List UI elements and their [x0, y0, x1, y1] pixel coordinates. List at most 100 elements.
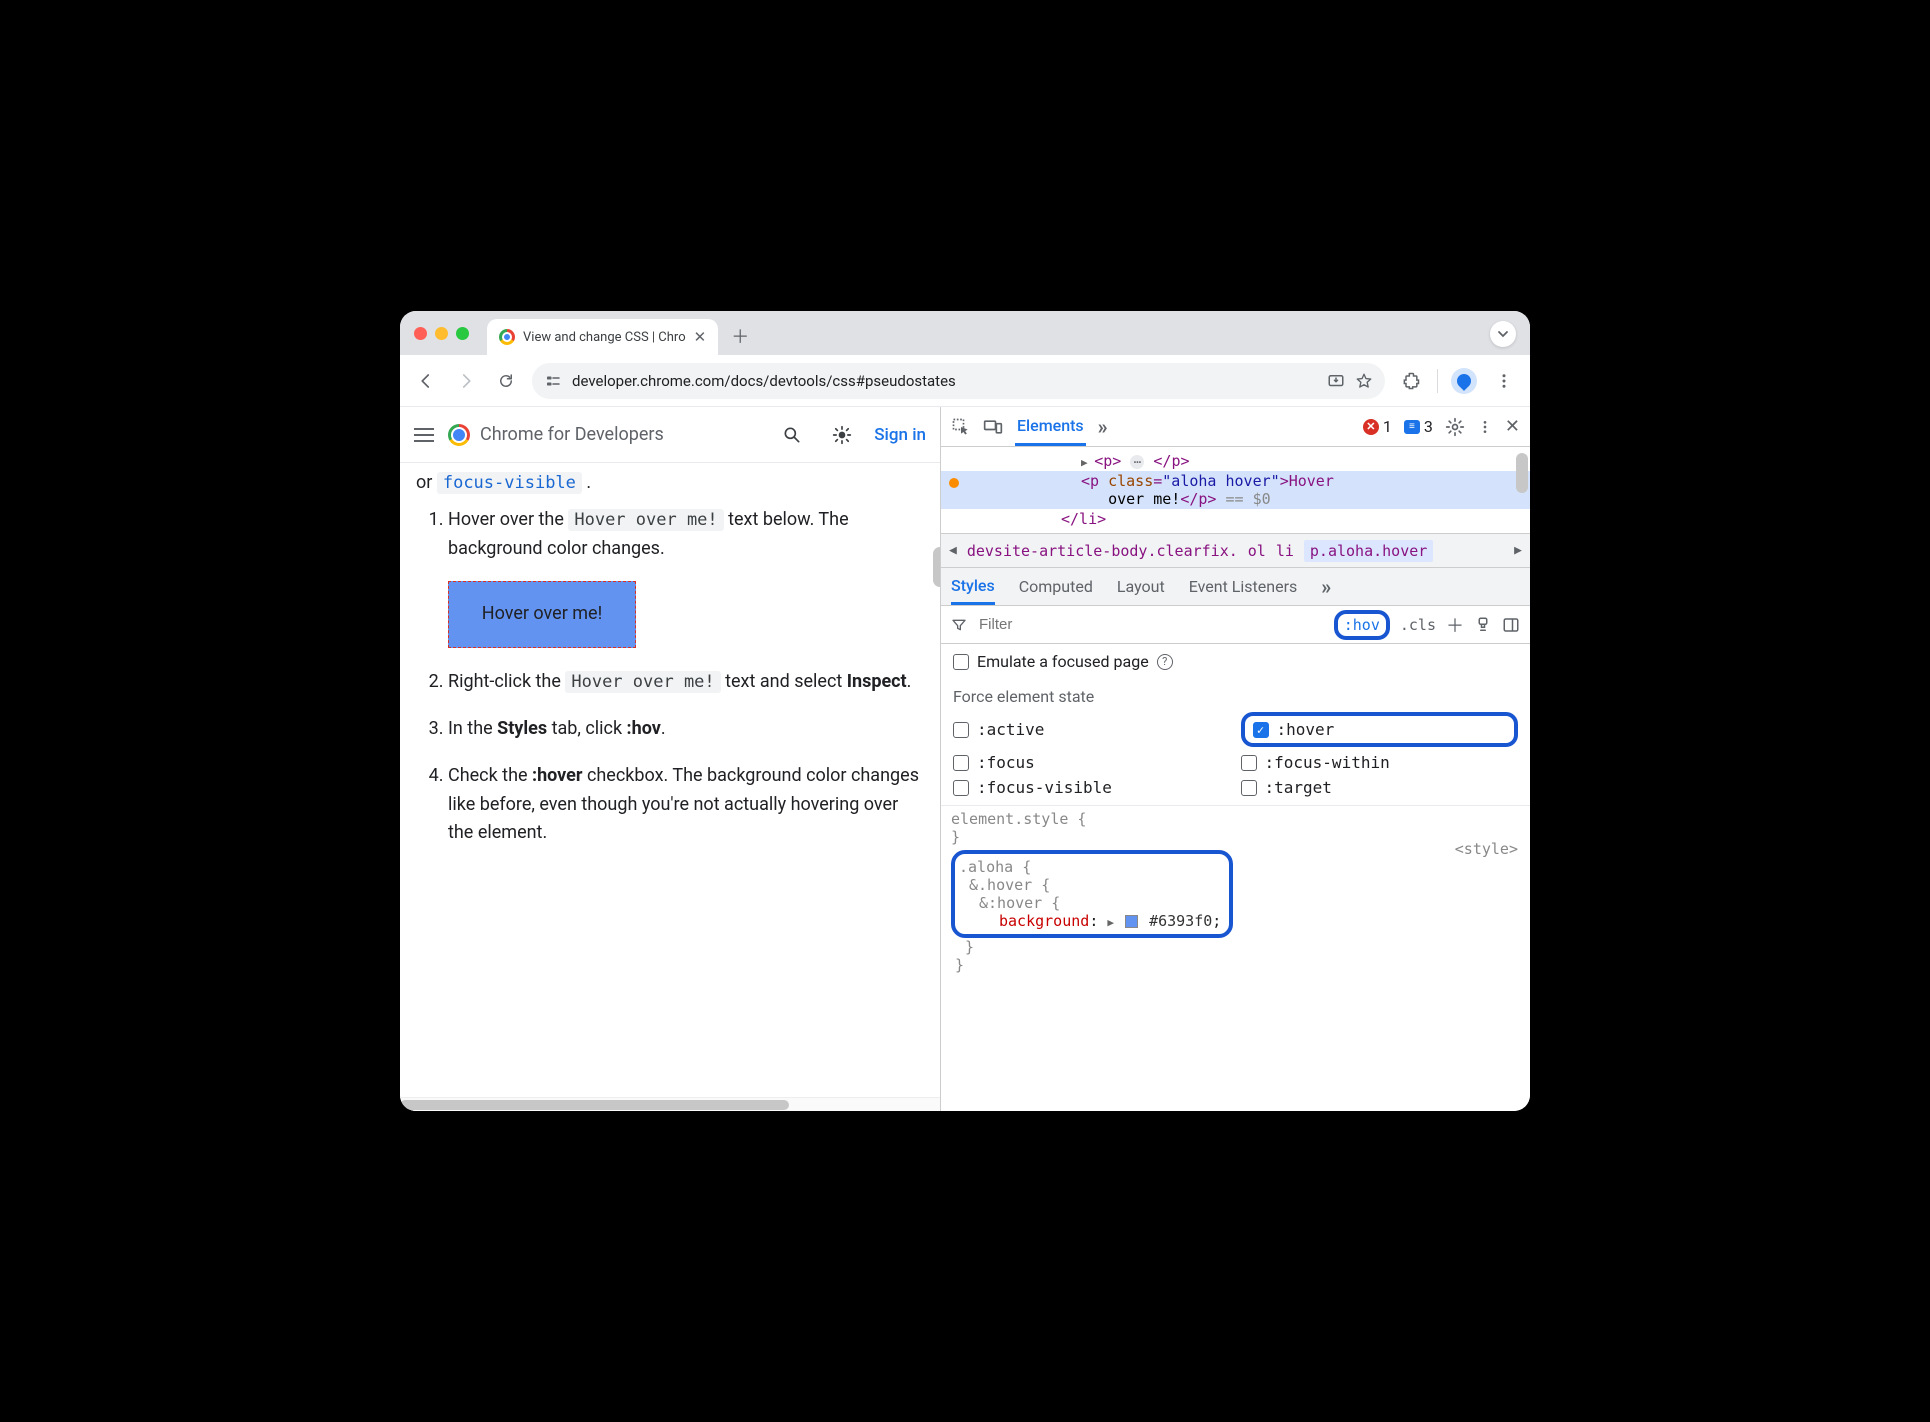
emulate-focused-checkbox[interactable]: Emulate a focused page ?	[953, 652, 1518, 671]
chevron-down-icon	[1497, 328, 1509, 340]
title-bar: View and change CSS | Chro ✕ ＋	[400, 311, 1530, 355]
color-swatch-icon[interactable]	[1125, 915, 1138, 928]
chrome-menu-button[interactable]	[1486, 363, 1522, 399]
state-focus-within[interactable]: :focus-within	[1241, 753, 1519, 772]
reload-button[interactable]	[488, 363, 524, 399]
errors-indicator[interactable]: ✕ 1	[1363, 417, 1392, 436]
filter-icon	[951, 617, 967, 633]
profile-avatar-icon	[1451, 368, 1477, 394]
site-settings-icon[interactable]	[544, 372, 562, 390]
hov-button[interactable]: :hov	[1334, 610, 1390, 640]
brand-text: Chrome for Developers	[480, 424, 664, 445]
intro-or: or	[416, 472, 437, 493]
close-tab-icon[interactable]: ✕	[694, 328, 707, 346]
address-bar[interactable]: developer.chrome.com/docs/devtools/css#p…	[532, 363, 1385, 399]
messages-indicator[interactable]: ≡ 3	[1404, 417, 1433, 436]
browser-toolbar: developer.chrome.com/docs/devtools/css#p…	[400, 355, 1530, 407]
hamburger-menu-button[interactable]	[414, 428, 434, 442]
state-active[interactable]: :active	[953, 712, 1231, 747]
vertical-scrollbar[interactable]	[933, 547, 940, 587]
close-window-button[interactable]	[414, 327, 427, 340]
devtools-menu-icon[interactable]	[1477, 419, 1493, 435]
gear-icon	[1445, 417, 1465, 437]
page-header: Chrome for Developers Sign in	[400, 407, 940, 463]
window-controls	[414, 327, 469, 340]
sign-in-link[interactable]: Sign in	[874, 425, 926, 445]
more-subtabs-icon[interactable]: »	[1321, 575, 1331, 599]
expand-icon[interactable]: ▶	[1107, 916, 1114, 929]
kebab-icon	[1495, 372, 1513, 390]
search-button[interactable]	[774, 417, 810, 453]
back-button[interactable]	[408, 363, 444, 399]
sun-icon	[832, 425, 852, 445]
info-icon: ≡	[1404, 420, 1420, 434]
search-icon	[782, 425, 802, 445]
devtools-top-bar: Elements » ✕ 1 ≡ 3 ✕	[941, 407, 1530, 447]
force-element-state-title: Force element state	[953, 687, 1518, 706]
tab-styles[interactable]: Styles	[951, 568, 995, 605]
crumb-left-icon[interactable]: ◀	[949, 543, 957, 558]
state-focus-visible[interactable]: :focus-visible	[953, 778, 1231, 797]
theme-toggle-button[interactable]	[824, 417, 860, 453]
computed-styles-icon[interactable]	[1474, 616, 1492, 634]
crumb[interactable]: li	[1276, 542, 1294, 560]
forward-button[interactable]	[448, 363, 484, 399]
styles-filter-bar: :hov .cls ＋	[941, 606, 1530, 644]
help-icon[interactable]: ?	[1157, 654, 1173, 670]
devtools-vertical-scrollbar[interactable]	[1516, 453, 1528, 493]
state-target[interactable]: :target	[1241, 778, 1519, 797]
state-focus[interactable]: :focus	[953, 753, 1231, 772]
tab-title: View and change CSS | Chro	[523, 330, 686, 345]
crumb-right-icon[interactable]: ▶	[1514, 543, 1522, 558]
tab-event-listeners[interactable]: Event Listeners	[1189, 577, 1298, 596]
crumb-selected[interactable]: p.aloha.hover	[1304, 540, 1433, 562]
crumb[interactable]: ol	[1248, 542, 1266, 560]
maximize-window-button[interactable]	[456, 327, 469, 340]
crumb[interactable]: devsite-article-body.clearfix.	[967, 542, 1238, 560]
browser-tab[interactable]: View and change CSS | Chro ✕	[487, 319, 718, 355]
tab-layout[interactable]: Layout	[1117, 577, 1165, 596]
more-tabs-icon[interactable]: »	[1098, 415, 1108, 439]
minimize-window-button[interactable]	[435, 327, 448, 340]
aloha-rule-highlight: .aloha { &.hover { &:hover { background:…	[951, 850, 1233, 938]
install-app-icon[interactable]	[1327, 372, 1345, 390]
device-toolbar-icon[interactable]	[983, 417, 1003, 437]
brand[interactable]: Chrome for Developers	[448, 424, 664, 446]
filter-input[interactable]	[977, 615, 1324, 634]
url-text: developer.chrome.com/docs/devtools/css#p…	[572, 372, 1317, 390]
profile-button[interactable]	[1446, 363, 1482, 399]
inspect-element-icon[interactable]	[951, 417, 971, 437]
page-content: Chrome for Developers Sign in or focus-v…	[400, 407, 940, 1111]
elements-tab[interactable]: Elements	[1015, 407, 1086, 446]
hover-over-me-box[interactable]: Hover over me!	[448, 581, 636, 648]
toggle-sidebar-icon[interactable]	[1502, 616, 1520, 634]
new-style-rule-icon[interactable]: ＋	[1446, 612, 1464, 638]
state-hover[interactable]: ✓:hover	[1241, 712, 1519, 747]
chrome-logo-icon	[448, 424, 470, 446]
horizontal-scrollbar[interactable]	[400, 1097, 940, 1111]
settings-icon[interactable]	[1445, 417, 1465, 437]
dom-line[interactable]: </li>	[941, 509, 1530, 529]
emulate-focused-section: Emulate a focused page ?	[941, 644, 1530, 679]
tab-computed[interactable]: Computed	[1019, 577, 1093, 596]
checkbox-icon	[953, 654, 969, 670]
bookmark-star-icon[interactable]	[1355, 372, 1373, 390]
new-tab-button[interactable]: ＋	[726, 322, 754, 350]
cls-button[interactable]: .cls	[1400, 616, 1436, 634]
step-1: Hover over the Hover over me! text below…	[448, 506, 924, 648]
rule-source-link[interactable]: <style>	[1455, 840, 1518, 858]
expand-ellipsis-icon[interactable]: ⋯	[1130, 455, 1144, 469]
style-rules[interactable]: element.style { } <style> .aloha { &.hov…	[941, 806, 1530, 986]
tab-search-button[interactable]	[1490, 321, 1516, 347]
force-element-state-section: Force element state :active ✓:hover :foc…	[941, 679, 1530, 806]
devtools-close-icon[interactable]: ✕	[1505, 416, 1520, 437]
dom-line-selected[interactable]: <p class="aloha hover">Hover over me!</p…	[941, 471, 1530, 509]
dom-line[interactable]: ▶ <p> ⋯ </p>	[941, 451, 1530, 471]
dom-breadcrumb[interactable]: ◀ devsite-article-body.clearfix. ol li p…	[941, 534, 1530, 568]
article-body: or focus-visible . Hover over the Hover …	[400, 463, 940, 1097]
code-focus-visible: focus-visible	[437, 472, 582, 494]
devtools-panel: Elements » ✕ 1 ≡ 3 ✕	[940, 407, 1530, 1111]
dom-tree[interactable]: ▶ <p> ⋯ </p> <p class="aloha hover">Hove…	[941, 447, 1530, 534]
code-hover-over-me-2: Hover over me!	[565, 671, 720, 693]
extensions-button[interactable]	[1393, 363, 1429, 399]
